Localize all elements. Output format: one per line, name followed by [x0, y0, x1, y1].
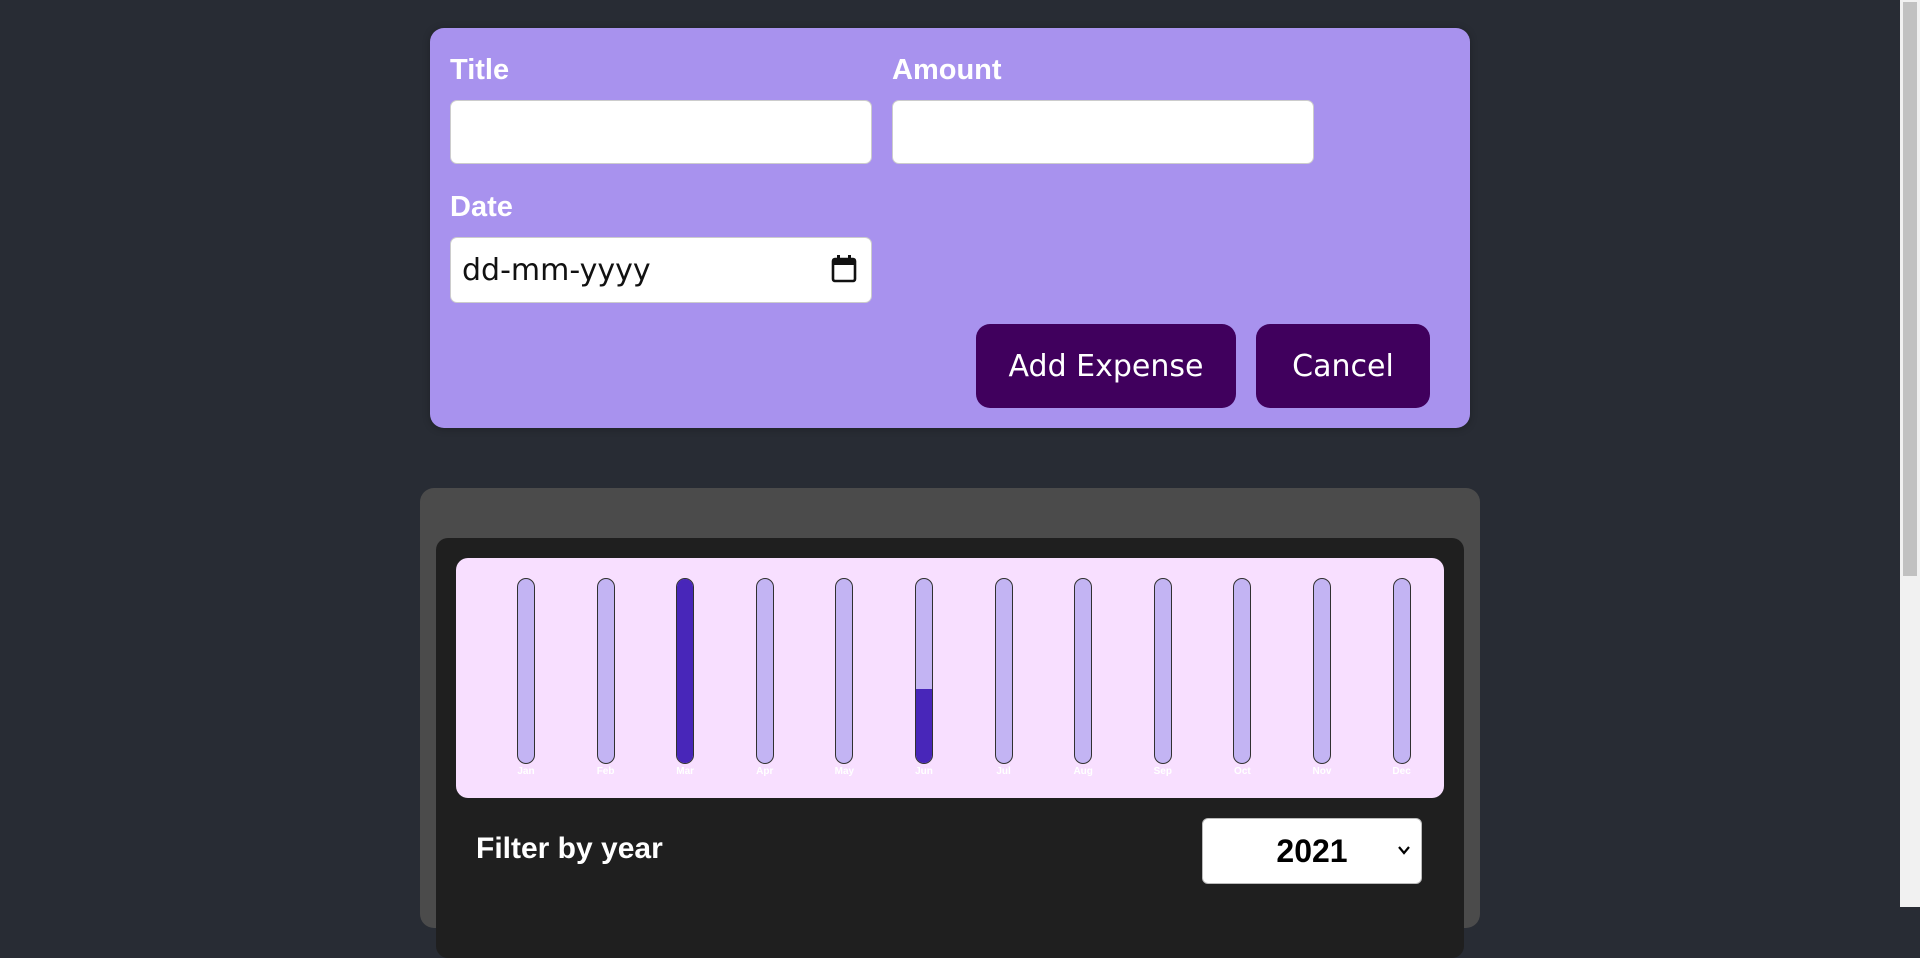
scrollbar-thumb[interactable] [1903, 2, 1917, 576]
chart-bar-track [676, 578, 695, 764]
date-placeholder: dd-mm-yyyy [462, 252, 651, 288]
chart-bar-track [835, 578, 854, 764]
chevron-down-icon [1398, 846, 1410, 855]
amount-input[interactable] [892, 100, 1314, 164]
new-expense-form: Title Amount Date dd-mm-yyyy Add Expense… [430, 28, 1470, 428]
title-input[interactable] [450, 100, 872, 164]
chart-bar-fill [677, 579, 694, 763]
chart-bar-fill [916, 689, 932, 763]
chart-bar-track [1074, 578, 1093, 764]
chart-bar-label: Oct [1234, 766, 1251, 777]
filter-label: Filter by year [476, 832, 663, 865]
chart-bar-apr: Apr [725, 578, 805, 788]
chart-bar-track [755, 578, 774, 764]
chart-bar-label: Dec [1392, 766, 1411, 777]
chart-bar-track [517, 578, 535, 764]
year-select[interactable]: 2021 [1202, 818, 1422, 884]
chart-bar-mar: Mar [645, 578, 725, 788]
expenses-card: Jan Feb Mar Apr May Jun Jul Aug Sep Oct Nov Dec Fil… [420, 488, 1480, 958]
chart-bar-nov: Nov [1282, 578, 1362, 788]
chart-bar-oct: Oct [1202, 578, 1282, 788]
selected-year: 2021 [1276, 832, 1348, 869]
add-expense-button[interactable]: Add Expense [976, 324, 1236, 408]
chart-bar-jun: Jun [884, 578, 964, 788]
chart-bar-track [1153, 578, 1172, 764]
chart-bar-may: May [804, 578, 884, 788]
chart-bar-label: Mar [676, 766, 695, 777]
chart-bar-track [1392, 578, 1411, 764]
chart-bar-label: Feb [596, 766, 615, 777]
calendar-icon[interactable] [831, 255, 857, 283]
chart-bar-label: Nov [1312, 766, 1332, 777]
chart-bar-feb: Feb [566, 578, 646, 788]
date-label: Date [450, 191, 513, 223]
chart-bar-label: Jan [517, 766, 535, 777]
chart-bar-aug: Aug [1043, 578, 1123, 788]
chart-bar-label: Jun [915, 766, 933, 777]
expenses-panel: Jan Feb Mar Apr May Jun Jul Aug Sep Oct Nov Dec Fil… [436, 538, 1464, 958]
title-label: Title [450, 54, 510, 86]
chart-bar-track [1233, 578, 1252, 764]
date-input[interactable]: dd-mm-yyyy [450, 237, 872, 303]
chart-bar-track [1313, 578, 1331, 764]
chart-bar-dec: Dec [1362, 578, 1442, 788]
chart-bar-track [994, 578, 1013, 764]
chart-bar-track [596, 578, 615, 764]
chart-bar-label: Jul [996, 766, 1011, 777]
chart-bar-track [915, 578, 933, 764]
chart-bar-jul: Jul [964, 578, 1044, 788]
chart-bar-label: Sep [1153, 766, 1172, 777]
chart-bar-sep: Sep [1123, 578, 1203, 788]
amount-label: Amount [892, 54, 1002, 86]
chart-bar-label: May [834, 766, 855, 777]
expenses-chart: Jan Feb Mar Apr May Jun Jul Aug Sep Oct Nov Dec [456, 558, 1444, 798]
cancel-button[interactable]: Cancel [1256, 324, 1430, 408]
chart-bar-label: Apr [756, 766, 774, 777]
chart-bar-label: Aug [1073, 766, 1093, 777]
chart-bar-jan: Jan [486, 578, 566, 788]
scrollbar[interactable] [1900, 0, 1920, 907]
